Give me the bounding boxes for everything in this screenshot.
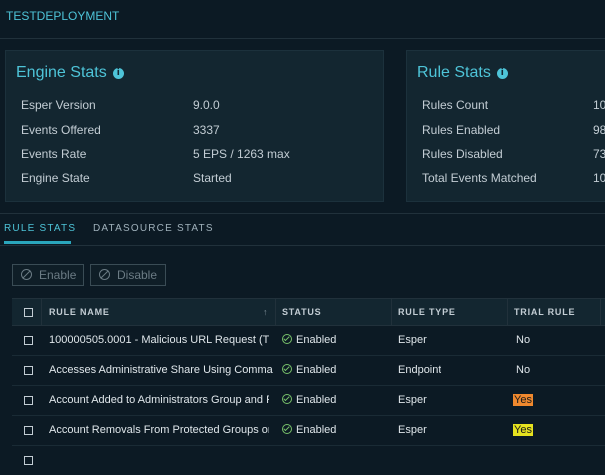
trial-rule-value: Yes — [513, 394, 533, 406]
check-circle-icon — [282, 424, 292, 434]
column-divider — [507, 299, 508, 325]
info-icon[interactable]: i — [496, 68, 508, 79]
stat-label: Events Offered — [21, 123, 101, 137]
stat-value: 3337 — [193, 123, 220, 137]
active-tab-indicator — [4, 241, 71, 244]
disable-label: Disable — [117, 268, 158, 282]
stat-value: 10 — [593, 98, 605, 112]
trial-rule-value: No — [516, 334, 531, 346]
stat-value: 98 — [593, 123, 605, 137]
rule-name[interactable]: Account Added to Administrators Group an… — [49, 385, 269, 415]
table-row[interactable]: 100000505.0001 - Malicious URL Request (… — [12, 325, 605, 356]
ban-icon — [21, 269, 32, 280]
stat-value: 9.0.0 — [193, 98, 220, 112]
rule-type: Esper — [398, 394, 427, 406]
stat-label: Rules Count — [422, 98, 489, 112]
deployment-title: TESTDEPLOYMENT — [6, 9, 120, 23]
row-checkbox[interactable] — [24, 456, 33, 465]
enable-button[interactable]: Enable — [12, 264, 84, 286]
trial-rule: Yes — [513, 385, 533, 415]
stat-label: Events Rate — [21, 147, 87, 161]
column-divider — [600, 299, 601, 325]
status-text: Enabled — [296, 424, 337, 436]
stat-label: Esper Version — [21, 98, 96, 112]
row-checkbox[interactable] — [24, 426, 33, 435]
check-circle-icon — [282, 394, 292, 404]
info-icon[interactable]: i — [112, 68, 124, 79]
enable-label: Enable — [39, 268, 77, 282]
trial-rule-value: Yes — [513, 424, 533, 436]
tab-datasource-stats[interactable]: DATASOURCE STATS — [93, 223, 214, 234]
column-header-trial-rule[interactable]: TRIAL RULE — [514, 299, 575, 325]
disable-button[interactable]: Disable — [90, 264, 166, 286]
stat-value: 5 EPS / 1263 max — [193, 147, 290, 161]
ban-icon — [99, 269, 110, 280]
rule-name[interactable]: Account Removals From Protected Groups o… — [49, 415, 269, 445]
trial-rule: No — [515, 355, 531, 385]
row-checkbox[interactable] — [24, 396, 33, 405]
check-circle-icon — [282, 364, 292, 374]
engine-stats-title: Engine Stats i — [16, 64, 124, 82]
column-divider — [275, 299, 276, 325]
stats-tabs: RULE STATS DATASOURCE STATS — [0, 213, 605, 246]
check-circle-icon — [282, 334, 292, 344]
table-row[interactable]: Accesses Administrative Share Using Comm… — [12, 355, 605, 386]
column-divider — [41, 299, 42, 325]
rule-name[interactable]: 100000505.0001 - Malicious URL Request (… — [49, 325, 269, 355]
tab-rule-stats[interactable]: RULE STATS — [4, 223, 76, 234]
status-cell: Enabled — [282, 385, 336, 415]
stat-value: 73 — [593, 147, 605, 161]
stat-label: Rules Disabled — [422, 147, 503, 161]
trial-rule: No — [515, 325, 531, 355]
status-cell: Enabled — [282, 415, 336, 445]
column-header-rule-name[interactable]: RULE NAME — [49, 299, 110, 325]
column-divider — [391, 299, 392, 325]
table-row[interactable] — [12, 445, 605, 475]
top-bar: TESTDEPLOYMENT — [0, 0, 605, 39]
row-checkbox[interactable] — [24, 336, 33, 345]
stat-label: Rules Enabled — [422, 123, 501, 137]
select-all-checkbox[interactable] — [24, 308, 33, 317]
status-text: Enabled — [296, 394, 337, 406]
trial-rule: Yes — [513, 415, 533, 445]
trial-rule-value: No — [516, 364, 531, 376]
stat-value: 10 — [593, 171, 605, 185]
table-header: RULE NAME ↑ STATUS RULE TYPE TRIAL RULE — [12, 298, 605, 326]
rule-type: Esper — [398, 334, 427, 346]
rule-stats-panel: Rule Statsi Rules Count 10 Rules Enabled 9… — [406, 50, 605, 202]
rule-type: Endpoint — [398, 364, 442, 376]
stat-label: Engine State — [21, 171, 90, 185]
status-cell: Enabled — [282, 325, 336, 355]
stat-value: Started — [193, 171, 232, 185]
table-row[interactable]: Account Removals From Protected Groups o… — [12, 415, 605, 446]
engine-stats-panel: Engine Stats i Esper Version 9.0.0 Events … — [5, 50, 384, 202]
rule-stats-title: Rule Stats i — [417, 64, 508, 82]
sort-ascending-icon[interactable]: ↑ — [263, 299, 268, 325]
status-cell: Enabled — [282, 355, 336, 385]
rule-type: Esper — [398, 424, 427, 436]
status-text: Enabled — [296, 364, 337, 376]
rule-name[interactable]: Accesses Administrative Share Using Comm… — [49, 355, 273, 385]
column-header-rule-type[interactable]: RULE TYPE — [398, 299, 456, 325]
column-header-status[interactable]: STATUS — [282, 299, 321, 325]
stat-label: Total Events Matched — [422, 171, 537, 185]
row-checkbox[interactable] — [24, 366, 33, 375]
status-text: Enabled — [296, 334, 337, 346]
table-row[interactable]: Account Added to Administrators Group an… — [12, 385, 605, 416]
